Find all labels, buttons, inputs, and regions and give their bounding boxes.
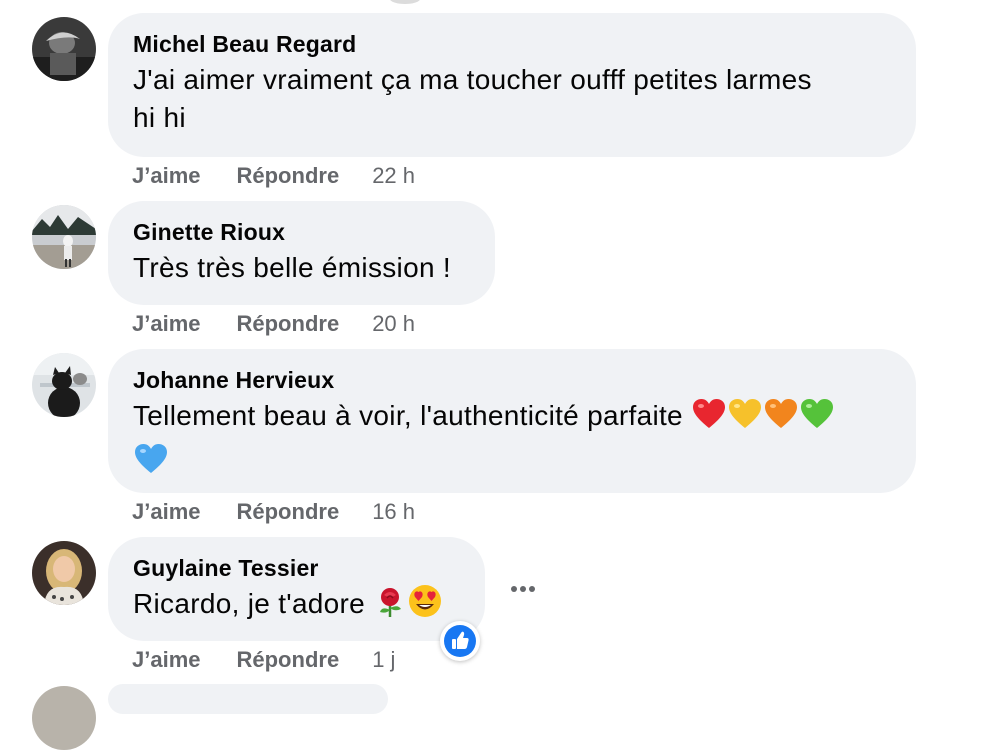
rose-icon bbox=[374, 586, 406, 630]
comment-actions: J’aime Répondre 1 j bbox=[132, 646, 395, 674]
comment-text-line-1: Tellement beau à voir, l'authenticité pa… bbox=[133, 395, 891, 442]
comment-actions: J’aime Répondre 22 h bbox=[132, 162, 415, 190]
comment-author[interactable]: Michel Beau Regard bbox=[133, 29, 891, 59]
comment-text-line-1: Ricardo, je t'adore bbox=[133, 583, 460, 630]
timestamp[interactable]: 20 h bbox=[372, 310, 415, 338]
next-comment-avatar[interactable] bbox=[32, 686, 96, 750]
avatar[interactable] bbox=[32, 17, 96, 81]
comment-bubble: Ginette Rioux Très très belle émission ! bbox=[108, 201, 495, 305]
yellow-heart-icon bbox=[728, 398, 762, 442]
more-options-icon[interactable] bbox=[505, 574, 541, 604]
comment-bubble: Johanne Hervieux Tellement beau à voir, … bbox=[108, 349, 916, 493]
avatar[interactable] bbox=[32, 541, 96, 605]
reply-button[interactable]: Répondre bbox=[237, 498, 340, 526]
comment-text-line-1: J'ai aimer vraiment ça ma toucher oufff … bbox=[133, 64, 812, 95]
comment-bubble: Michel Beau Regard J'ai aimer vraiment ç… bbox=[108, 13, 916, 157]
timestamp[interactable]: 16 h bbox=[372, 498, 415, 526]
comment-text: Ricardo, je t'adore bbox=[133, 588, 366, 619]
thumbs-up-icon bbox=[444, 625, 476, 657]
orange-heart-icon bbox=[764, 398, 798, 442]
like-button[interactable]: J’aime bbox=[132, 310, 201, 338]
comment-text-line-2 bbox=[133, 440, 891, 487]
next-comment-bubble bbox=[108, 684, 388, 714]
green-heart-icon bbox=[800, 398, 834, 442]
comment-actions: J’aime Répondre 16 h bbox=[132, 498, 415, 526]
red-heart-icon bbox=[692, 398, 726, 442]
timestamp[interactable]: 1 j bbox=[372, 646, 395, 674]
like-button[interactable]: J’aime bbox=[132, 162, 201, 190]
previous-content-edge bbox=[390, 0, 420, 4]
blue-heart-icon bbox=[134, 443, 168, 487]
heart-eyes-face-icon bbox=[408, 584, 442, 630]
like-button[interactable]: J’aime bbox=[132, 646, 201, 674]
comment-bubble: Guylaine Tessier Ricardo, je t'adore bbox=[108, 537, 485, 641]
reply-button[interactable]: Répondre bbox=[237, 646, 340, 674]
comment-text-line-1: Très très belle émission ! bbox=[133, 252, 451, 283]
avatar[interactable] bbox=[32, 205, 96, 269]
reply-button[interactable]: Répondre bbox=[237, 310, 340, 338]
comment-text: Tellement beau à voir, l'authenticité pa… bbox=[133, 400, 683, 431]
avatar[interactable] bbox=[32, 353, 96, 417]
timestamp[interactable]: 22 h bbox=[372, 162, 415, 190]
comment-author[interactable]: Ginette Rioux bbox=[133, 217, 470, 247]
comment-text-line-2: hi hi bbox=[133, 102, 186, 133]
comment-author[interactable]: Guylaine Tessier bbox=[133, 553, 460, 583]
reply-button[interactable]: Répondre bbox=[237, 162, 340, 190]
comment-author[interactable]: Johanne Hervieux bbox=[133, 365, 891, 395]
comment-actions: J’aime Répondre 20 h bbox=[132, 310, 415, 338]
like-reaction-badge[interactable] bbox=[440, 621, 480, 661]
like-button[interactable]: J’aime bbox=[132, 498, 201, 526]
